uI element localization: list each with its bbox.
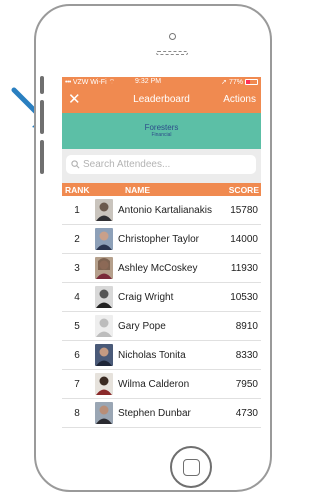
status-bar: ••• VZW Wi-Fi ⌔ 9:32 PM ➚ 77%: [62, 77, 261, 88]
status-battery-percent: ➚ 77%: [221, 79, 243, 86]
status-carrier: ••• VZW Wi-Fi ⌔: [65, 79, 116, 86]
row-name: Antonio Kartalianakis: [118, 205, 212, 216]
row-rank: 3: [74, 263, 80, 274]
row-name: Nicholas Tonita: [118, 350, 186, 361]
avatar: [95, 228, 113, 250]
table-row[interactable]: 8 Stephen Dunbar 4730: [62, 399, 261, 428]
row-name: Gary Pope: [118, 321, 166, 332]
row-name: Ashley McCoskey: [118, 263, 198, 274]
table-header: RANK NAME SCORE: [62, 183, 261, 196]
row-rank: 1: [74, 205, 80, 216]
row-score: 8330: [235, 350, 258, 361]
avatar: [95, 199, 113, 221]
avatar: [95, 373, 113, 395]
table-row[interactable]: 1 Antonio Kartalianakis 15780: [62, 196, 261, 225]
earpiece-speaker: [156, 51, 188, 55]
foresters-logo: Foresters Financial: [144, 123, 179, 138]
row-score: 7950: [235, 379, 258, 390]
table-row[interactable]: 6 Nicholas Tonita 8330: [62, 341, 261, 370]
actions-button[interactable]: Actions: [223, 94, 256, 105]
leaderboard-list: 1 Antonio Kartalianakis 15780 2 Christop…: [62, 196, 261, 428]
battery-icon: [245, 79, 258, 85]
row-score: 14000: [230, 234, 258, 245]
search-bar: Search Attendees...: [62, 149, 261, 183]
row-name: Christopher Taylor: [118, 234, 199, 245]
row-score: 8910: [235, 321, 258, 332]
table-row[interactable]: 4 Craig Wright 10530: [62, 283, 261, 312]
header-score: SCORE: [228, 185, 259, 195]
table-row[interactable]: 3 Ashley McCoskey 11930: [62, 254, 261, 283]
row-name: Wilma Calderon: [118, 379, 190, 390]
table-row[interactable]: 7 Wilma Calderon 7950: [62, 370, 261, 399]
row-rank: 6: [74, 350, 80, 361]
status-time: 9:32 PM: [135, 78, 162, 85]
avatar: [95, 257, 113, 279]
avatar: [95, 344, 113, 366]
row-rank: 4: [74, 292, 80, 303]
app-screen: ••• VZW Wi-Fi ⌔ 9:32 PM ➚ 77% ✕ Leaderbo…: [62, 77, 261, 428]
row-score: 11930: [230, 263, 258, 274]
header-name: NAME: [125, 185, 151, 195]
row-score: 4730: [235, 408, 258, 419]
row-rank: 2: [74, 234, 80, 245]
row-name: Stephen Dunbar: [118, 408, 191, 419]
row-rank: 8: [74, 408, 80, 419]
sponsor-banner: Foresters Financial: [62, 113, 261, 149]
search-input[interactable]: Search Attendees...: [66, 155, 256, 174]
row-rank: 5: [74, 321, 80, 332]
table-row[interactable]: 2 Christopher Taylor 14000: [62, 225, 261, 254]
volume-down-button: [40, 140, 44, 174]
home-square-icon: [182, 458, 200, 476]
header-rank: RANK: [65, 185, 90, 195]
mute-switch: [40, 76, 44, 94]
front-camera: [169, 33, 176, 40]
avatar: [95, 286, 113, 308]
avatar: [95, 402, 113, 424]
avatar-placeholder-icon: [95, 315, 113, 337]
row-score: 15780: [230, 205, 258, 216]
search-placeholder: Search Attendees...: [83, 159, 171, 170]
table-row[interactable]: 5 Gary Pope 8910: [62, 312, 261, 341]
nav-bar: ✕ Leaderboard Actions: [62, 88, 261, 113]
home-button[interactable]: [170, 446, 212, 488]
row-score: 10530: [230, 292, 258, 303]
volume-up-button: [40, 100, 44, 134]
row-rank: 7: [74, 379, 80, 390]
row-name: Craig Wright: [118, 292, 174, 303]
search-icon: [71, 160, 80, 169]
